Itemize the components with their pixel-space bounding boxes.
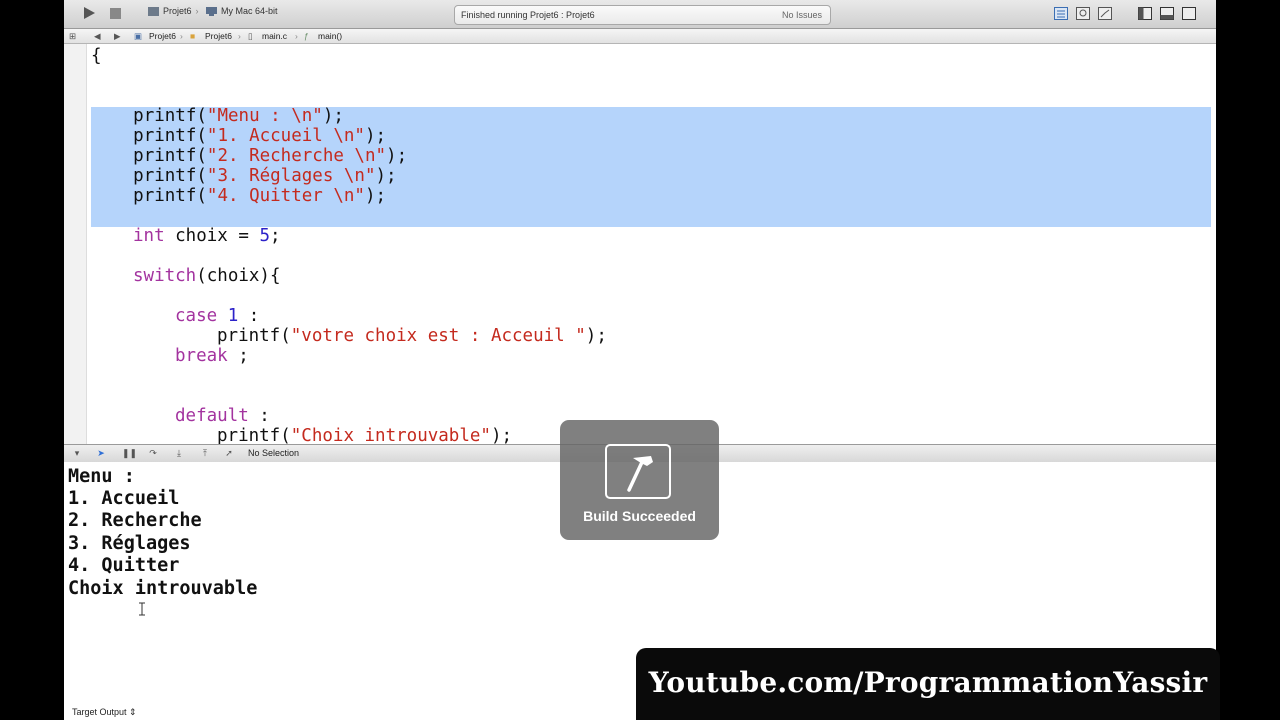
console-line: 3. Réglages xyxy=(68,533,191,554)
crumb-file[interactable]: main.c xyxy=(262,31,287,41)
code-line-switch: switch(choix){ xyxy=(133,266,281,286)
code-line-case: case 1 : xyxy=(175,306,260,326)
target-output-selector[interactable]: Target Output ⇕ xyxy=(72,707,137,718)
chevron-right-icon: › xyxy=(195,6,199,16)
step-over-icon[interactable]: ↷ xyxy=(148,448,158,458)
jump-bar: ⊞ ◀ ▶ ▣ Projet6 › ■ Projet6 › ▯ main.c ›… xyxy=(64,29,1216,44)
hide-debug-area-icon[interactable]: ▾ xyxy=(72,448,82,458)
pause-icon[interactable]: ❚❚ xyxy=(122,448,137,458)
console-line: 4. Quitter xyxy=(68,555,180,576)
navigator-toggle-icon[interactable] xyxy=(1138,7,1152,20)
folder-icon: ■ xyxy=(190,31,196,41)
code-line: printf("1. Accueil \n"); xyxy=(133,126,387,146)
function-icon: ƒ xyxy=(304,31,309,41)
code-editor[interactable]: { printf("Menu : \n"); printf("1. Accuei… xyxy=(64,44,1216,444)
activity-status: Finished running Projet6 : Projet6 No Is… xyxy=(454,5,831,25)
code-line-declaration: int choix = 5; xyxy=(133,226,281,246)
console-line: Menu : xyxy=(68,466,135,487)
step-out-icon[interactable]: ⤒ xyxy=(200,448,210,458)
chevron-right-icon: › xyxy=(238,31,241,41)
code-line: printf("4. Quitter \n"); xyxy=(133,186,387,206)
code-line: printf("3. Réglages \n"); xyxy=(133,166,397,186)
xcode-window: Projet6 › My Mac 64-bit Finished running… xyxy=(64,0,1216,720)
project-icon: ▣ xyxy=(134,31,143,41)
version-editor-icon[interactable] xyxy=(1098,7,1112,20)
toolbar: Projet6 › My Mac 64-bit Finished running… xyxy=(64,0,1216,29)
hammer-icon xyxy=(605,444,671,499)
text-cursor-icon xyxy=(139,602,145,616)
location-icon[interactable]: ➚ xyxy=(224,448,234,458)
step-into-icon[interactable]: ⤓ xyxy=(174,448,184,458)
code-line: printf("2. Recherche \n"); xyxy=(133,146,408,166)
breakpoints-toggle-icon[interactable]: ➤ xyxy=(96,448,106,458)
crumb-function[interactable]: main() xyxy=(318,31,342,41)
destination-selector[interactable]: My Mac 64-bit xyxy=(206,6,278,16)
c-file-icon: ▯ xyxy=(248,31,253,41)
console-line: 1. Accueil xyxy=(68,488,180,509)
debug-area-toggle-icon[interactable] xyxy=(1160,7,1174,20)
code-line-break: break ; xyxy=(175,346,249,366)
chevron-right-icon: › xyxy=(295,31,298,41)
forward-arrow-icon[interactable]: ▶ xyxy=(114,31,121,42)
code-line: printf("Menu : \n"); xyxy=(133,106,344,126)
stop-icon xyxy=(110,8,121,19)
console-line: Choix introuvable xyxy=(68,578,258,599)
status-text: Finished running Projet6 : Projet6 xyxy=(461,10,595,20)
grid-icon[interactable]: ⊞ xyxy=(69,31,76,42)
scheme-label: Projet6 xyxy=(163,6,192,16)
code-line-default: default : xyxy=(175,406,270,426)
scheme-selector[interactable]: Projet6 › xyxy=(148,6,199,16)
issues-text: No Issues xyxy=(781,10,822,20)
back-arrow-icon[interactable]: ◀ xyxy=(94,31,101,42)
crumb-project[interactable]: Projet6 xyxy=(149,31,176,41)
scheme-icon xyxy=(148,6,159,16)
stop-button[interactable] xyxy=(110,8,121,19)
console-line: 2. Recherche xyxy=(68,510,202,531)
chevron-right-icon: › xyxy=(180,31,183,41)
channel-watermark: Youtube.com/ProgrammationYassir xyxy=(636,648,1220,720)
build-succeeded-hud: Build Succeeded xyxy=(560,420,719,540)
crumb-group[interactable]: Projet6 xyxy=(205,31,232,41)
play-icon xyxy=(84,7,95,19)
destination-label: My Mac 64-bit xyxy=(221,6,278,16)
hud-label: Build Succeeded xyxy=(583,508,696,524)
code-line-case-printf: printf("votre choix est : Acceuil "); xyxy=(217,326,607,346)
standard-editor-icon[interactable] xyxy=(1054,7,1068,20)
code-line-default-printf: printf("Choix introuvable"); xyxy=(217,426,513,444)
utilities-toggle-icon[interactable] xyxy=(1182,7,1196,20)
watermark-text: Youtube.com/ProgrammationYassir xyxy=(648,666,1208,699)
editor-gutter xyxy=(64,44,87,444)
selection-label: No Selection xyxy=(248,448,300,458)
mac-icon xyxy=(206,6,217,16)
run-button[interactable] xyxy=(82,6,96,20)
code-line-brace: { xyxy=(91,46,102,66)
assistant-editor-icon[interactable] xyxy=(1076,7,1090,20)
